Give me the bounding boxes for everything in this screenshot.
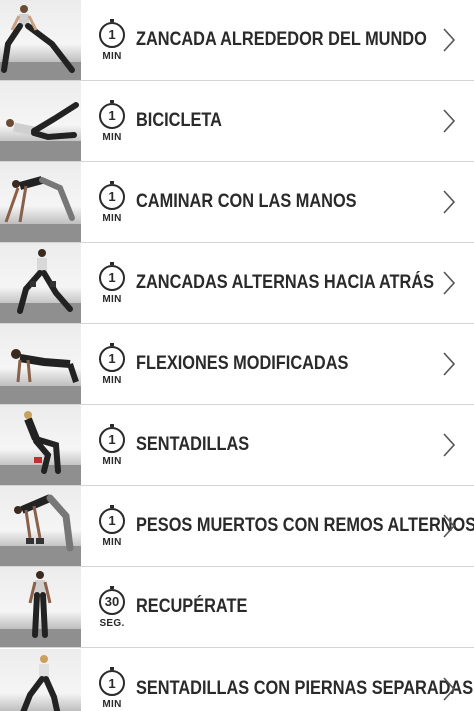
duration-value: 1 — [99, 670, 125, 696]
chevron-right-icon[interactable] — [442, 351, 456, 377]
exercise-list: 1 MIN ZANCADA ALREDEDOR DEL MUNDO 1 MIN — [0, 0, 474, 711]
chevron-right-icon[interactable] — [442, 432, 456, 458]
stopwatch-icon: 1 — [99, 342, 125, 372]
duration-timer: 1 MIN — [94, 342, 130, 386]
duration-value: 30 — [99, 588, 125, 615]
duration-value: 1 — [99, 102, 125, 129]
exercise-thumbnail — [0, 324, 81, 404]
duration-value: 1 — [99, 507, 125, 534]
chevron-right-icon[interactable] — [442, 676, 456, 702]
exercise-row[interactable]: 1 MIN CAMINAR CON LAS MANOS — [0, 162, 474, 243]
exercise-row[interactable]: 1 MIN ZANCADA ALREDEDOR DEL MUNDO — [0, 0, 474, 81]
exercise-row[interactable]: 1 MIN ZANCADAS ALTERNAS HACIA ATRÁS — [0, 243, 474, 324]
stopwatch-icon: 1 — [99, 423, 125, 453]
exercise-thumbnail — [0, 0, 81, 80]
chevron-right-icon[interactable] — [442, 108, 456, 134]
exercise-thumbnail — [0, 648, 81, 711]
exercise-row[interactable]: 1 MIN FLEXIONES MODIFICADAS — [0, 324, 474, 405]
duration-value: 1 — [99, 21, 125, 48]
exercise-thumbnail — [0, 405, 81, 485]
exercise-title: RECUPÉRATE — [136, 596, 248, 617]
stopwatch-icon: 30 — [99, 585, 125, 615]
exercise-thumbnail — [0, 486, 81, 566]
chevron-right-icon[interactable] — [442, 189, 456, 215]
exercise-title: ZANCADAS ALTERNAS HACIA ATRÁS — [136, 272, 435, 293]
chevron-right-icon[interactable] — [442, 27, 456, 53]
chevron-right-icon[interactable] — [442, 270, 456, 296]
duration-unit: MIN — [102, 212, 122, 224]
exercise-title: SENTADILLAS CON PIERNAS SEPARADAS — [136, 677, 474, 699]
duration-unit: SEG. — [99, 617, 125, 629]
stopwatch-icon: 1 — [99, 180, 125, 210]
duration-timer: 1 MIN — [94, 99, 130, 143]
duration-unit: MIN — [102, 131, 122, 143]
stopwatch-icon: 1 — [99, 667, 125, 696]
exercise-title: CAMINAR CON LAS MANOS — [136, 191, 357, 212]
duration-timer: 1 MIN — [94, 667, 130, 710]
exercise-row[interactable]: 1 MIN BICICLETA — [0, 81, 474, 162]
duration-timer: 1 MIN — [94, 18, 130, 62]
exercise-thumbnail — [0, 162, 81, 242]
duration-unit: MIN — [102, 293, 122, 305]
exercise-row[interactable]: 1 MIN PESOS MUERTOS CON REMOS ALTERNOS — [0, 486, 474, 567]
duration-timer: 30 SEG. — [94, 585, 130, 629]
duration-timer: 1 MIN — [94, 504, 130, 548]
duration-unit: MIN — [102, 374, 122, 386]
exercise-thumbnail — [0, 81, 81, 161]
duration-unit: MIN — [102, 699, 122, 710]
stopwatch-icon: 1 — [99, 504, 125, 534]
exercise-row[interactable]: 1 MIN SENTADILLAS CON PIERNAS SEPARADAS — [0, 648, 474, 711]
exercise-title: FLEXIONES MODIFICADAS — [136, 353, 349, 374]
exercise-title: ZANCADA ALREDEDOR DEL MUNDO — [136, 29, 427, 50]
exercise-row: 30 SEG. RECUPÉRATE — [0, 567, 474, 648]
exercise-title: PESOS MUERTOS CON REMOS ALTERNOS — [136, 515, 474, 536]
exercise-thumbnail — [0, 567, 81, 647]
exercise-title: SENTADILLAS — [136, 434, 250, 455]
duration-unit: MIN — [102, 536, 122, 548]
stopwatch-icon: 1 — [99, 261, 125, 291]
stopwatch-icon: 1 — [99, 99, 125, 129]
duration-timer: 1 MIN — [94, 261, 130, 305]
duration-timer: 1 MIN — [94, 423, 130, 467]
exercise-row[interactable]: 1 MIN SENTADILLAS — [0, 405, 474, 486]
duration-value: 1 — [99, 183, 125, 210]
duration-unit: MIN — [102, 455, 122, 467]
exercise-thumbnail — [0, 243, 81, 323]
chevron-right-icon[interactable] — [442, 513, 456, 539]
duration-value: 1 — [99, 345, 125, 372]
exercise-title: BICICLETA — [136, 110, 222, 131]
duration-value: 1 — [99, 426, 125, 453]
duration-timer: 1 MIN — [94, 180, 130, 224]
stopwatch-icon: 1 — [99, 18, 125, 48]
duration-unit: MIN — [102, 50, 122, 62]
duration-value: 1 — [99, 264, 125, 291]
